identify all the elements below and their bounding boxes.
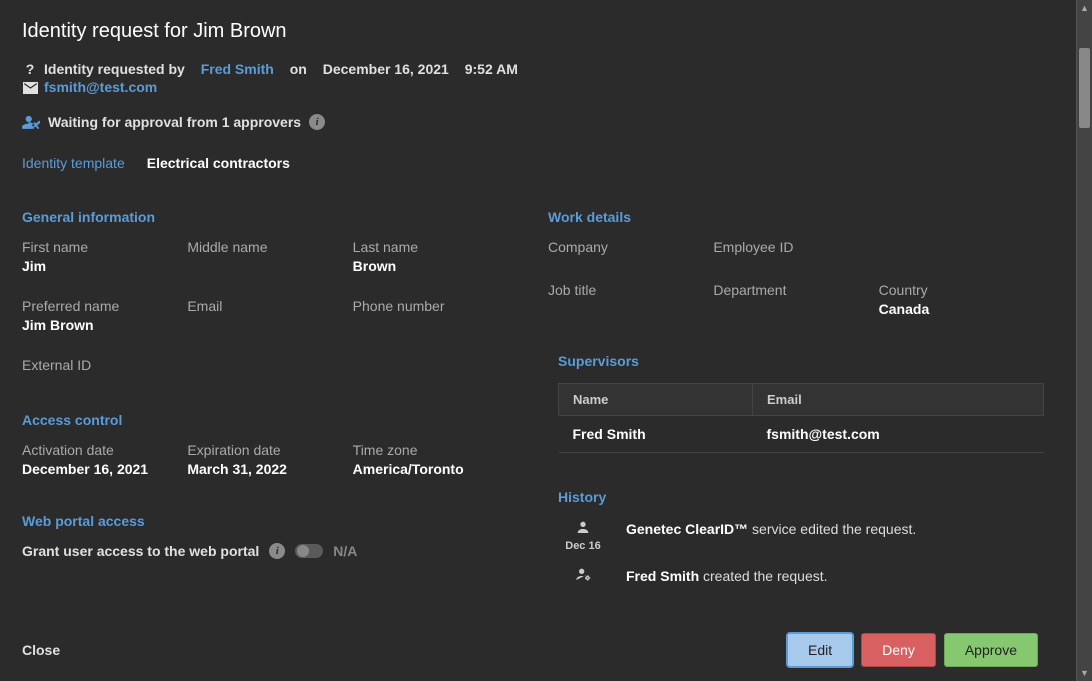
web-portal-section: Web portal access Grant user access to t… — [22, 513, 518, 559]
country-label: Country — [879, 282, 1044, 298]
history-text: Fred Smith created the request. — [626, 566, 828, 585]
template-tabs: Identity template Electrical contractors — [22, 155, 1054, 171]
approve-button[interactable]: Approve — [944, 633, 1038, 667]
history-item: Dec 16 Genetec ClearID™ service edited t… — [558, 519, 1044, 552]
general-info-section: General information First name Jim Middl… — [22, 209, 518, 376]
portal-access-toggle[interactable] — [295, 544, 323, 558]
history-section: History Dec 16 Genetec ClearID™ service … — [548, 489, 1044, 585]
request-meta: ? Identity requested by Fred Smith on De… — [22, 61, 1054, 97]
timezone-label: Time zone — [353, 442, 518, 458]
supervisor-name: Fred Smith — [559, 416, 753, 453]
history-date: Dec 16 — [558, 540, 608, 552]
supervisors-table: Name Email Fred Smith fsmith@test.com — [558, 383, 1044, 453]
table-header-name: Name — [559, 384, 753, 416]
access-control-section: Access control Activation date December … — [22, 412, 518, 477]
grant-portal-label: Grant user access to the web portal — [22, 543, 259, 559]
work-details-section: Work details Company Employee ID — [548, 209, 1044, 317]
history-text: Genetec ClearID™ service edited the requ… — [626, 519, 916, 552]
last-name-value: Brown — [353, 258, 518, 274]
history-item: Fred Smith created the request. — [558, 566, 1044, 585]
footer: Close Edit Deny Approve — [0, 619, 1060, 681]
request-time: 9:52 AM — [465, 61, 518, 77]
timezone-value: America/Toronto — [353, 461, 518, 477]
last-name-label: Last name — [353, 239, 518, 255]
history-title: History — [558, 489, 1044, 505]
supervisors-title: Supervisors — [558, 353, 1044, 369]
country-value: Canada — [879, 301, 1044, 317]
page-title: Identity request for Jim Brown — [22, 20, 1054, 43]
template-value: Electrical contractors — [147, 155, 290, 171]
template-label: Identity template — [22, 155, 125, 171]
on-label: on — [290, 61, 307, 77]
requester-email-link[interactable]: fsmith@test.com — [44, 79, 157, 95]
work-details-title: Work details — [548, 209, 1044, 225]
scroll-down-arrow[interactable]: ▼ — [1077, 665, 1092, 681]
email-label: Email — [187, 298, 352, 314]
activation-date-value: December 16, 2021 — [22, 461, 187, 477]
general-info-title: General information — [22, 209, 518, 225]
question-icon: ? — [22, 61, 38, 77]
phone-label: Phone number — [353, 298, 518, 314]
close-button[interactable]: Close — [22, 642, 60, 658]
preferred-name-value: Jim Brown — [22, 317, 187, 333]
employee-id-label: Employee ID — [713, 239, 878, 255]
scrollbar-thumb[interactable] — [1079, 48, 1090, 128]
job-title-label: Job title — [548, 282, 713, 298]
supervisor-email: fsmith@test.com — [753, 416, 1044, 453]
middle-name-label: Middle name — [187, 239, 352, 255]
user-gear-icon — [574, 566, 592, 582]
info-icon[interactable]: i — [309, 114, 325, 130]
deny-button[interactable]: Deny — [861, 633, 936, 667]
department-label: Department — [713, 282, 878, 298]
expiration-date-value: March 31, 2022 — [187, 461, 352, 477]
table-header-email: Email — [753, 384, 1044, 416]
preferred-name-label: Preferred name — [22, 298, 187, 314]
envelope-icon — [22, 79, 38, 95]
company-label: Company — [548, 239, 713, 255]
edit-button[interactable]: Edit — [787, 633, 853, 667]
scroll-up-arrow[interactable]: ▲ — [1077, 0, 1092, 16]
access-control-title: Access control — [22, 412, 518, 428]
info-icon[interactable]: i — [269, 543, 285, 559]
external-id-label: External ID — [22, 357, 518, 373]
user-check-icon — [22, 113, 40, 131]
activation-date-label: Activation date — [22, 442, 187, 458]
user-icon — [574, 519, 592, 535]
first-name-value: Jim — [22, 258, 187, 274]
request-date: December 16, 2021 — [323, 61, 449, 77]
supervisors-section: Supervisors Name Email Fred Smith fsmith… — [548, 353, 1044, 453]
approval-status-text: Waiting for approval from 1 approvers — [48, 114, 301, 130]
first-name-label: First name — [22, 239, 187, 255]
expiration-date-label: Expiration date — [187, 442, 352, 458]
table-row: Fred Smith fsmith@test.com — [559, 416, 1044, 453]
approval-status: Waiting for approval from 1 approvers i — [22, 113, 1054, 131]
portal-access-state: N/A — [333, 543, 357, 559]
requested-by-label: Identity requested by — [44, 61, 185, 77]
requester-name-link[interactable]: Fred Smith — [201, 61, 274, 77]
web-portal-title: Web portal access — [22, 513, 518, 529]
vertical-scrollbar[interactable]: ▲ ▼ — [1076, 0, 1092, 681]
